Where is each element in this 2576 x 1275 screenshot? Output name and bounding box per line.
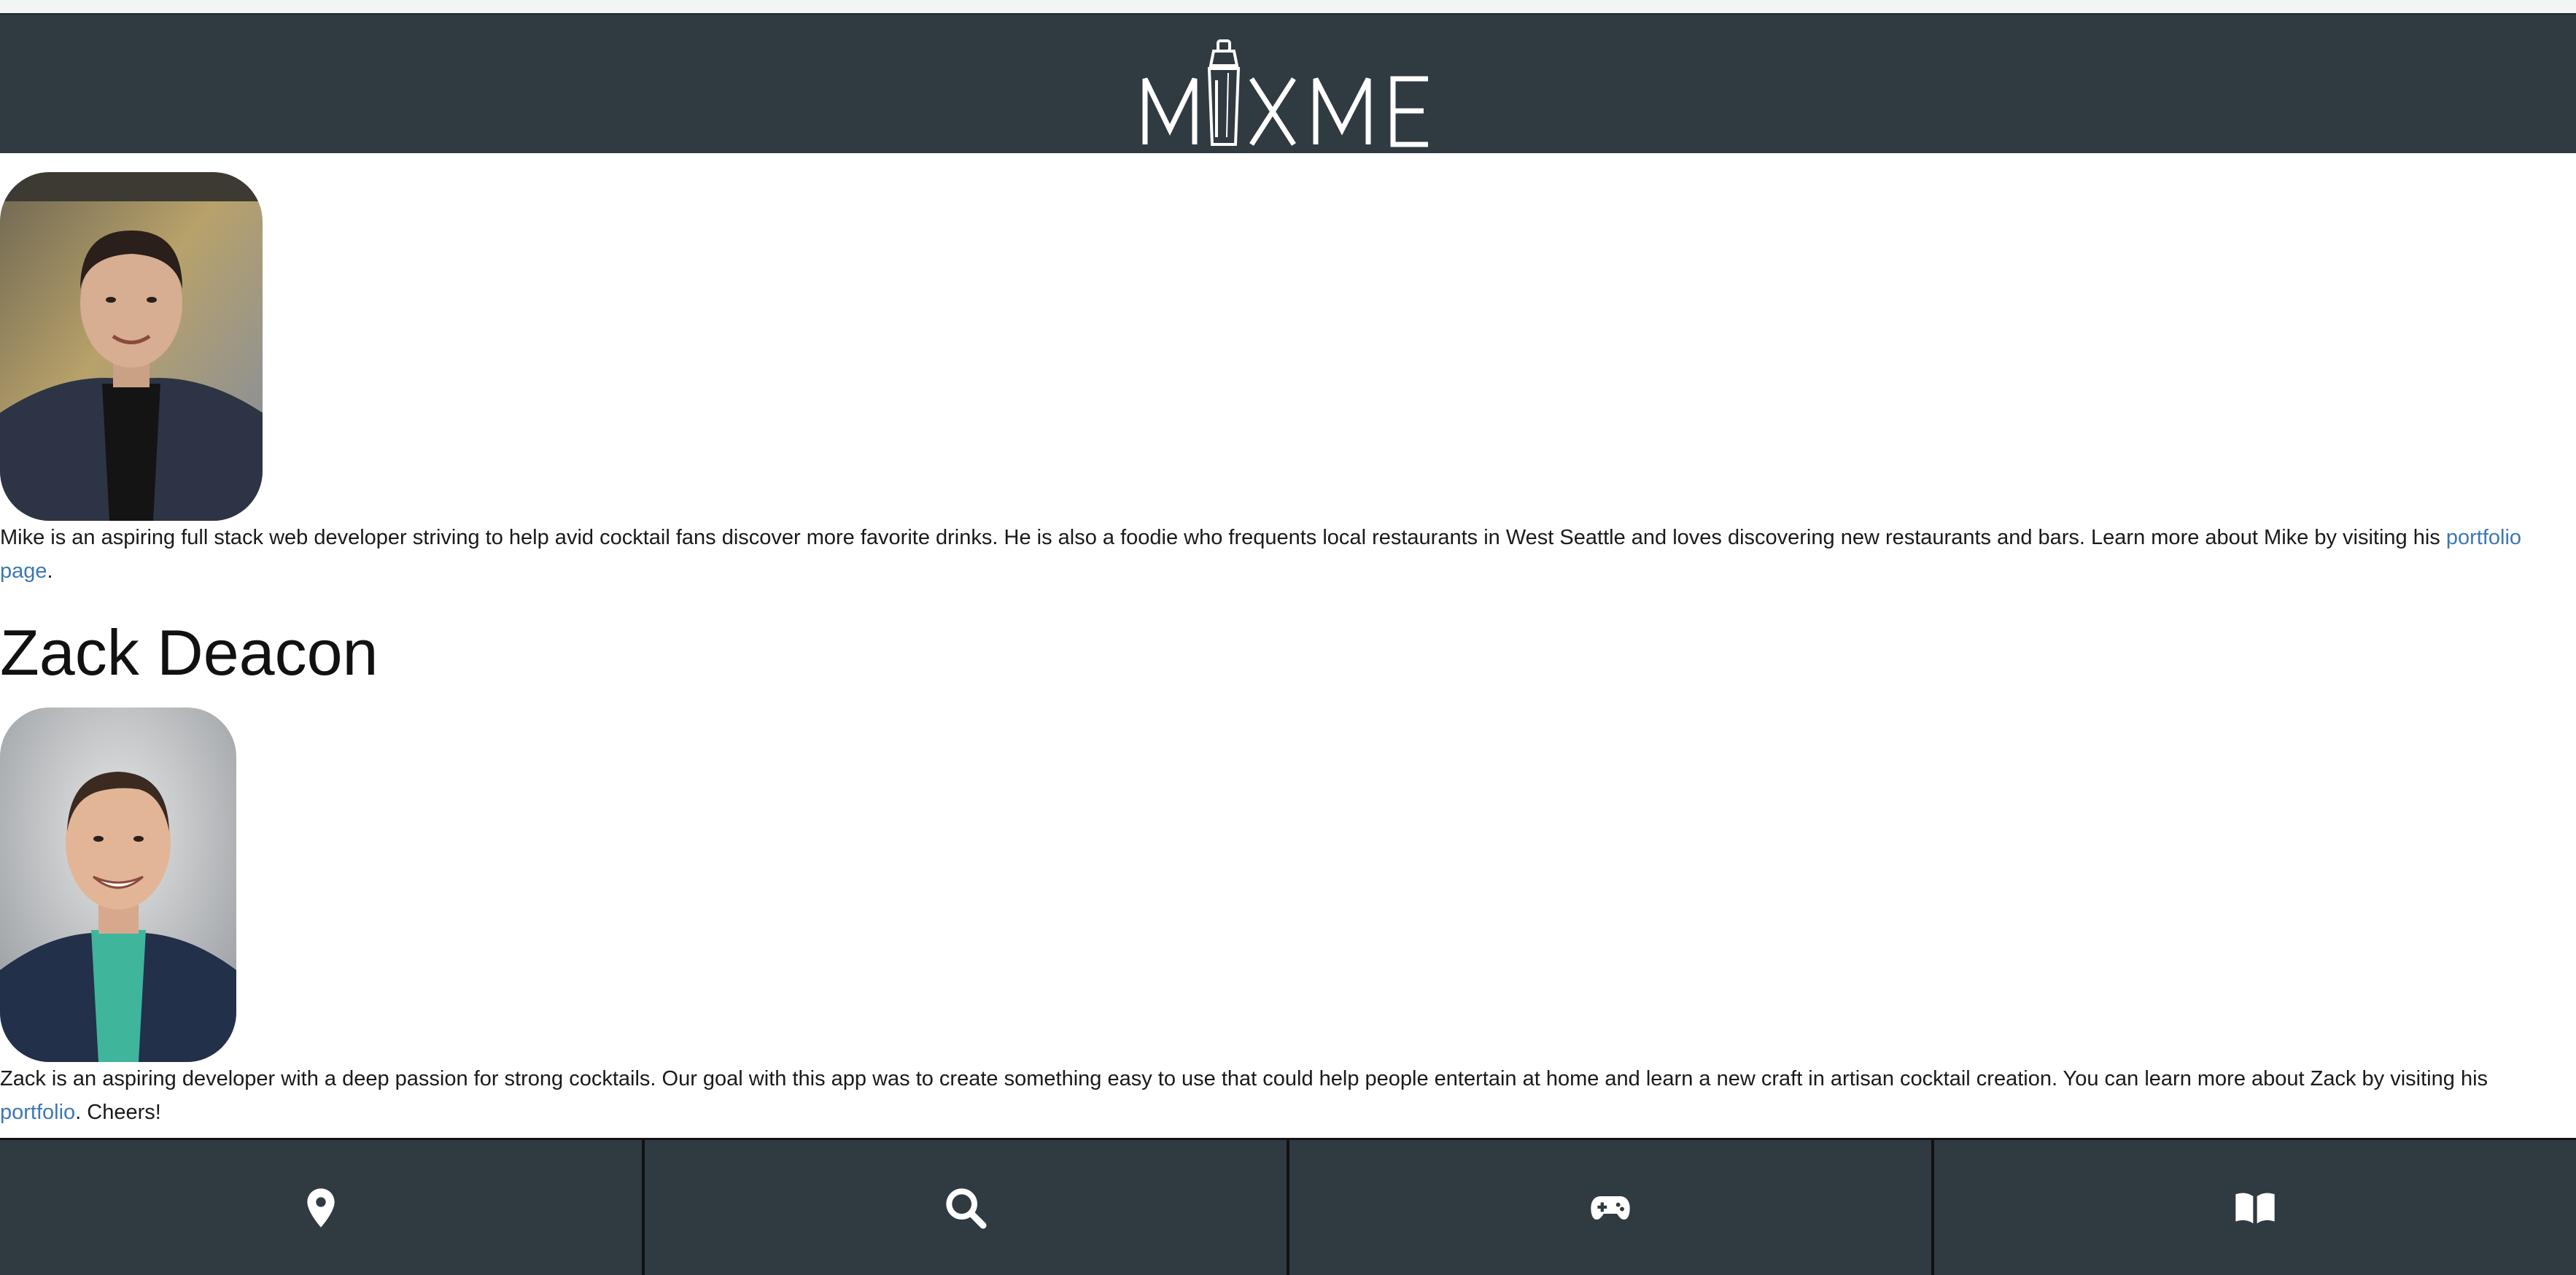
book-icon <box>2235 1193 2275 1223</box>
zack-bio: Zack is an aspiring developer with a dee… <box>0 1062 2553 1129</box>
zack-portfolio-link[interactable]: portfolio <box>0 1101 75 1124</box>
zack-bio-suffix: . Cheers! <box>75 1101 161 1124</box>
mike-portrait <box>0 172 263 521</box>
mixme-logo[interactable] <box>1138 28 1444 152</box>
nav-book-button[interactable] <box>1934 1138 2576 1275</box>
map-pin-icon <box>307 1187 335 1228</box>
app-header <box>0 13 2576 153</box>
zack-bio-text: Zack is an aspiring developer with a dee… <box>0 1067 2488 1090</box>
mike-bio-text: Mike is an aspiring full stack web devel… <box>0 526 2446 549</box>
browser-top-strip <box>0 0 2576 13</box>
nav-game-button[interactable] <box>1289 1138 1934 1275</box>
mixme-logo-graphic <box>1142 39 1428 147</box>
mike-bio: Mike is an aspiring full stack web devel… <box>0 521 2553 588</box>
mike-bio-suffix: . <box>47 559 53 583</box>
mike-photo <box>0 172 263 521</box>
nav-map-button[interactable] <box>0 1138 645 1275</box>
bottom-nav <box>0 1138 2576 1275</box>
search-icon <box>946 1187 987 1229</box>
zack-photo <box>0 708 236 1062</box>
about-content: Mike is an aspiring full stack web devel… <box>0 153 2576 1138</box>
gamepad-icon <box>1591 1195 1630 1220</box>
nav-search-button[interactable] <box>645 1138 1289 1275</box>
person-name-zack: Zack Deacon <box>0 616 379 689</box>
zack-portrait <box>0 708 236 1062</box>
